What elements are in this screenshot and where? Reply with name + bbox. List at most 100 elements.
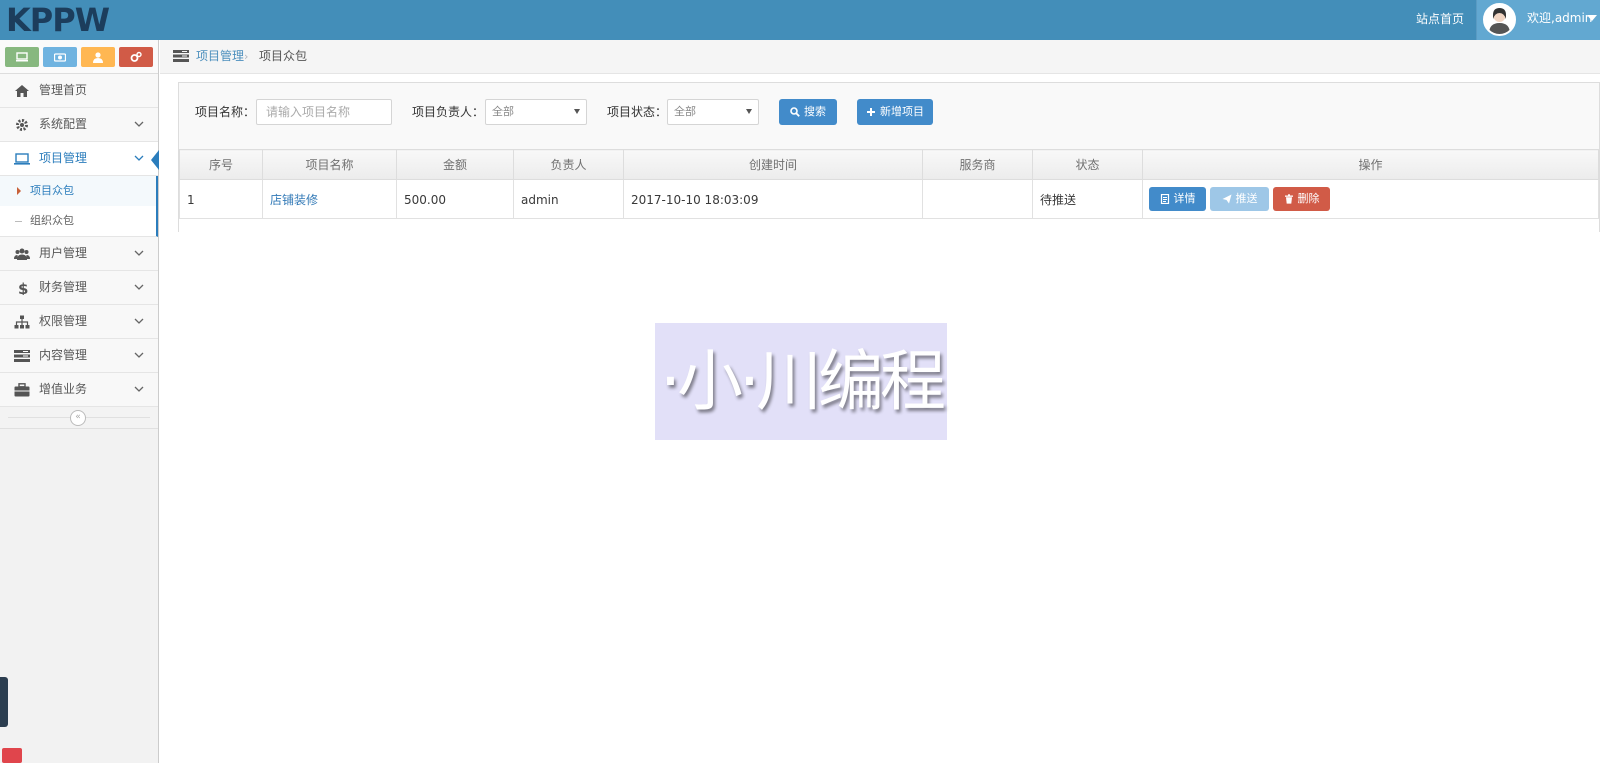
sitemap-icon (14, 315, 30, 329)
collapse-sidebar-button[interactable]: « (70, 410, 86, 426)
sidebar: 管理首页 系统配置 项目管理 项目众包 组织众包 用户管理 $ 财务管理 权限管… (0, 40, 159, 763)
avatar[interactable] (1483, 3, 1516, 36)
send-icon (1222, 194, 1231, 204)
sidebar-item-label: 系统配置 (39, 117, 88, 131)
column-header-index[interactable]: 序号 (179, 149, 263, 180)
logo-text: KPPW (6, 2, 110, 36)
search-filters: 项目名称： 项目负责人： 全部 项目状态： 全部 搜索 新增项目 (179, 83, 1599, 149)
project-name-input[interactable] (256, 99, 392, 125)
dollar-icon: $ (18, 281, 28, 295)
sidebar-item-dashboard[interactable]: 管理首页 (0, 74, 158, 108)
breadcrumb: 项目管理 › 项目众包 (160, 40, 1600, 74)
shortcut-monitor-button[interactable] (5, 47, 39, 67)
project-status-select[interactable]: 全部 (667, 99, 759, 125)
caret-down-icon[interactable] (1587, 15, 1597, 21)
user-icon (93, 52, 103, 63)
project-owner-select[interactable]: 全部 (485, 99, 587, 125)
push-button-label: 推送 (1235, 192, 1258, 205)
project-name-label: 项目名称： (195, 105, 256, 119)
sidebar-item-system-config[interactable]: 系统配置 (0, 108, 158, 142)
sidebar-item-label: 增值业务 (39, 382, 88, 396)
table-footer (179, 218, 1599, 232)
chevron-down-icon (134, 386, 144, 392)
sidebar-subitem-label: 项目众包 (30, 184, 74, 197)
plus-icon (867, 108, 875, 116)
table-row: 1 店铺装修 500.00 admin 2017-10-10 18:03:09 … (179, 179, 1599, 220)
sidebar-item-content-management[interactable]: 内容管理 (0, 339, 158, 373)
search-icon (790, 107, 800, 117)
cell-owner: admin (513, 179, 624, 220)
shortcut-user-button[interactable] (81, 47, 115, 67)
kppw-logo[interactable]: KPPW (6, 2, 124, 36)
sidebar-item-value-added[interactable]: 增值业务 (0, 373, 158, 407)
detail-button-label: 详情 (1173, 192, 1196, 205)
sidebar-collapse-bar: « (0, 407, 158, 429)
breadcrumb-project-management[interactable]: 项目管理 (196, 40, 244, 73)
column-header-owner[interactable]: 负责人 (513, 149, 624, 180)
chevron-down-icon (134, 352, 144, 358)
project-table: 序号 项目名称 金额 负责人 创建时间 服务商 状态 操作 1 店铺装修 500… (179, 149, 1599, 220)
project-status-value: 全部 (674, 105, 696, 118)
chevron-down-icon (134, 284, 144, 290)
project-list-panel: 项目名称： 项目负责人： 全部 项目状态： 全部 搜索 新增项目 (178, 82, 1600, 232)
chevron-down-icon (134, 250, 144, 256)
top-navbar: KPPW 站点首页 欢迎,admin (0, 0, 1600, 40)
column-header-status[interactable]: 状态 (1032, 149, 1143, 180)
watermark-text: ·小·川编程 (660, 342, 946, 420)
search-button[interactable]: 搜索 (779, 99, 837, 125)
sidebar-item-finance-management[interactable]: $ 财务管理 (0, 271, 158, 305)
sidebar-item-project-management[interactable]: 项目管理 (0, 142, 159, 176)
breadcrumb-current: 项目众包 (259, 49, 308, 63)
shortcut-camera-button[interactable] (43, 47, 77, 67)
briefcase-icon (14, 383, 30, 397)
column-header-name[interactable]: 项目名称 (262, 149, 397, 180)
home-icon (15, 85, 29, 97)
sidebar-subitem-label: 组织众包 (30, 214, 74, 227)
sidebar-item-label: 用户管理 (39, 246, 88, 260)
cell-amount: 500.00 (396, 179, 514, 220)
list-icon (14, 350, 30, 362)
sidebar-subitem-org-crowdsource[interactable]: 组织众包 (0, 206, 156, 236)
caret-down-icon (574, 109, 580, 114)
sidebar-item-label: 内容管理 (39, 348, 88, 362)
user-menu[interactable]: 欢迎,admin (1476, 0, 1600, 40)
cell-created: 2017-10-10 18:03:09 (623, 179, 923, 220)
laptop-icon (14, 153, 30, 165)
detail-button[interactable]: 详情 (1149, 187, 1206, 211)
gear-icon (16, 119, 28, 131)
floating-widget-icon[interactable] (2, 748, 22, 763)
cell-index: 1 (179, 179, 263, 220)
column-header-provider[interactable]: 服务商 (922, 149, 1033, 180)
site-home-link[interactable]: 站点首页 (1404, 0, 1476, 40)
users-icon (14, 248, 30, 260)
sidebar-item-label: 财务管理 (39, 280, 88, 294)
delete-button[interactable]: 删除 (1273, 187, 1330, 211)
sidebar-item-label: 权限管理 (39, 314, 88, 328)
column-header-actions: 操作 (1142, 149, 1599, 180)
sidebar-item-label: 项目管理 (39, 151, 88, 165)
column-header-created[interactable]: 创建时间 (623, 149, 923, 180)
gears-icon (130, 51, 142, 62)
cell-project-name-link[interactable]: 店铺装修 (262, 179, 397, 220)
sidebar-subitem-project-crowdsource[interactable]: 项目众包 (0, 176, 156, 206)
sidebar-item-label: 管理首页 (39, 83, 88, 97)
column-header-amount[interactable]: 金额 (396, 149, 514, 180)
caret-down-icon (746, 109, 752, 114)
floating-widget-handle[interactable] (0, 677, 8, 727)
camera-icon (54, 53, 66, 62)
welcome-text: 欢迎,admin (1527, 11, 1593, 25)
caret-right-icon (17, 187, 21, 195)
trash-icon (1284, 194, 1293, 204)
breadcrumb-separator: › (244, 50, 249, 63)
watermark: ·小·川编程 (655, 323, 947, 440)
monitor-icon (16, 52, 28, 62)
project-status-label: 项目状态： (607, 105, 668, 119)
sidebar-item-permission-management[interactable]: 权限管理 (0, 305, 158, 339)
sidebar-item-user-management[interactable]: 用户管理 (0, 237, 158, 271)
shortcut-settings-button[interactable] (119, 47, 153, 67)
project-owner-label: 项目负责人： (412, 105, 485, 119)
table-header-row: 序号 项目名称 金额 负责人 创建时间 服务商 状态 操作 (179, 149, 1599, 180)
project-submenu: 项目众包 组织众包 (0, 176, 158, 237)
push-button[interactable]: 推送 (1210, 187, 1269, 211)
add-project-button[interactable]: 新增项目 (857, 99, 933, 125)
